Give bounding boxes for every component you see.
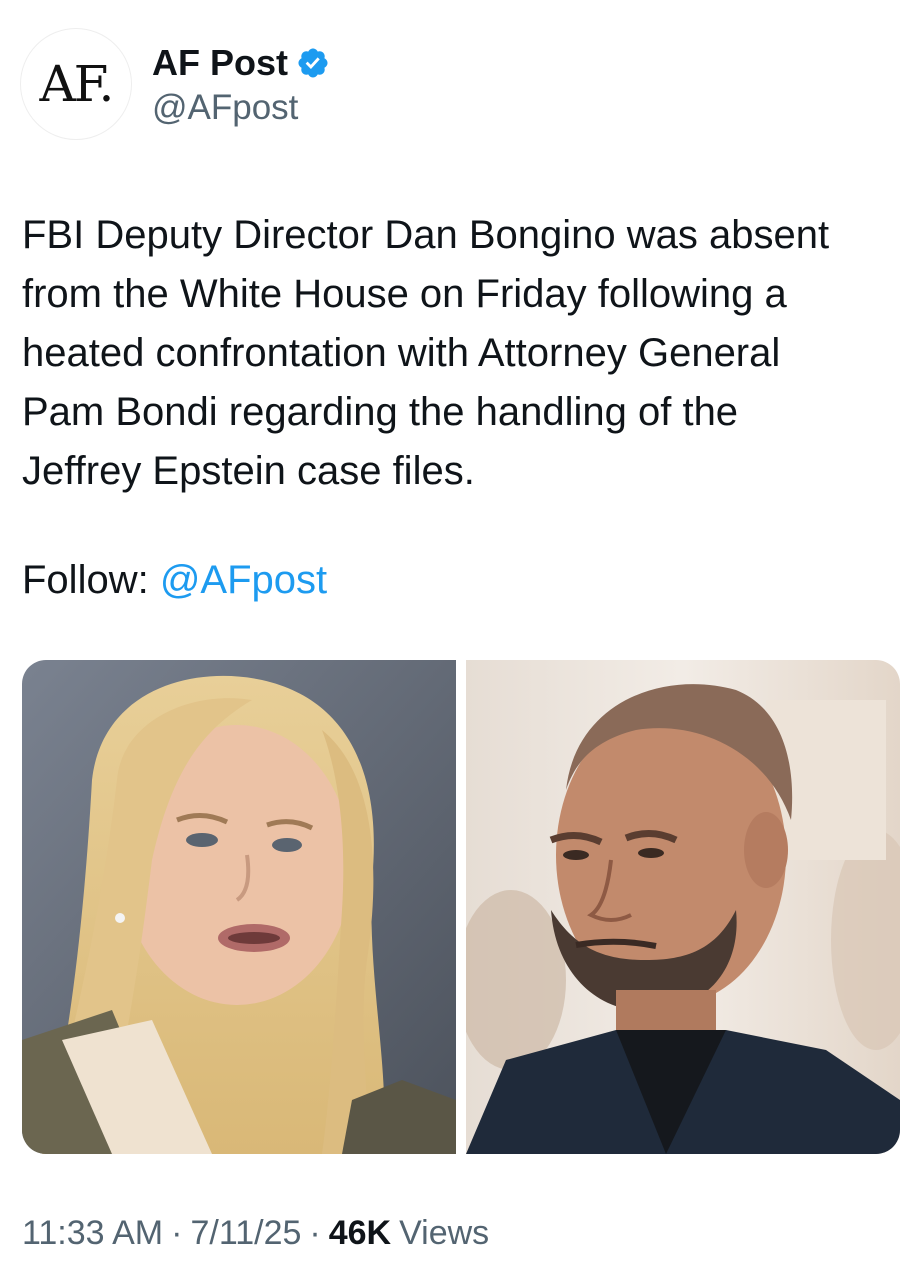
author-name-row: AF Post <box>152 42 330 84</box>
meta-separator: · <box>309 1214 321 1252</box>
avatar[interactable]: AF. <box>20 28 132 140</box>
meta-separator: · <box>171 1214 183 1252</box>
tweet-time[interactable]: 11:33 AM <box>22 1214 163 1253</box>
views-count: 46K <box>328 1214 392 1252</box>
author-handle[interactable]: @AFpost <box>152 88 298 128</box>
tweet: AF. AF Post @AFpost FBI Deputy Director … <box>0 0 922 1280</box>
mention-link[interactable]: @AFpost <box>160 558 327 602</box>
verified-badge-icon <box>296 46 330 80</box>
avatar-logo-text: AF. <box>39 55 115 113</box>
tweet-text: FBI Deputy Director Dan Bongino was abse… <box>22 213 830 493</box>
views-label: Views <box>399 1214 490 1252</box>
follow-prefix: Follow: <box>22 558 160 602</box>
photo-left[interactable] <box>22 660 456 1154</box>
follow-line: Follow: @AFpost <box>22 556 327 604</box>
author-display-name[interactable]: AF Post <box>152 42 288 84</box>
media-grid <box>22 660 900 1154</box>
tweet-date[interactable]: 7/11/25 <box>190 1214 301 1253</box>
tweet-meta: 11:33 AM · 7/11/25 · 46K Views <box>22 1214 489 1253</box>
photo-right[interactable] <box>466 660 900 1154</box>
